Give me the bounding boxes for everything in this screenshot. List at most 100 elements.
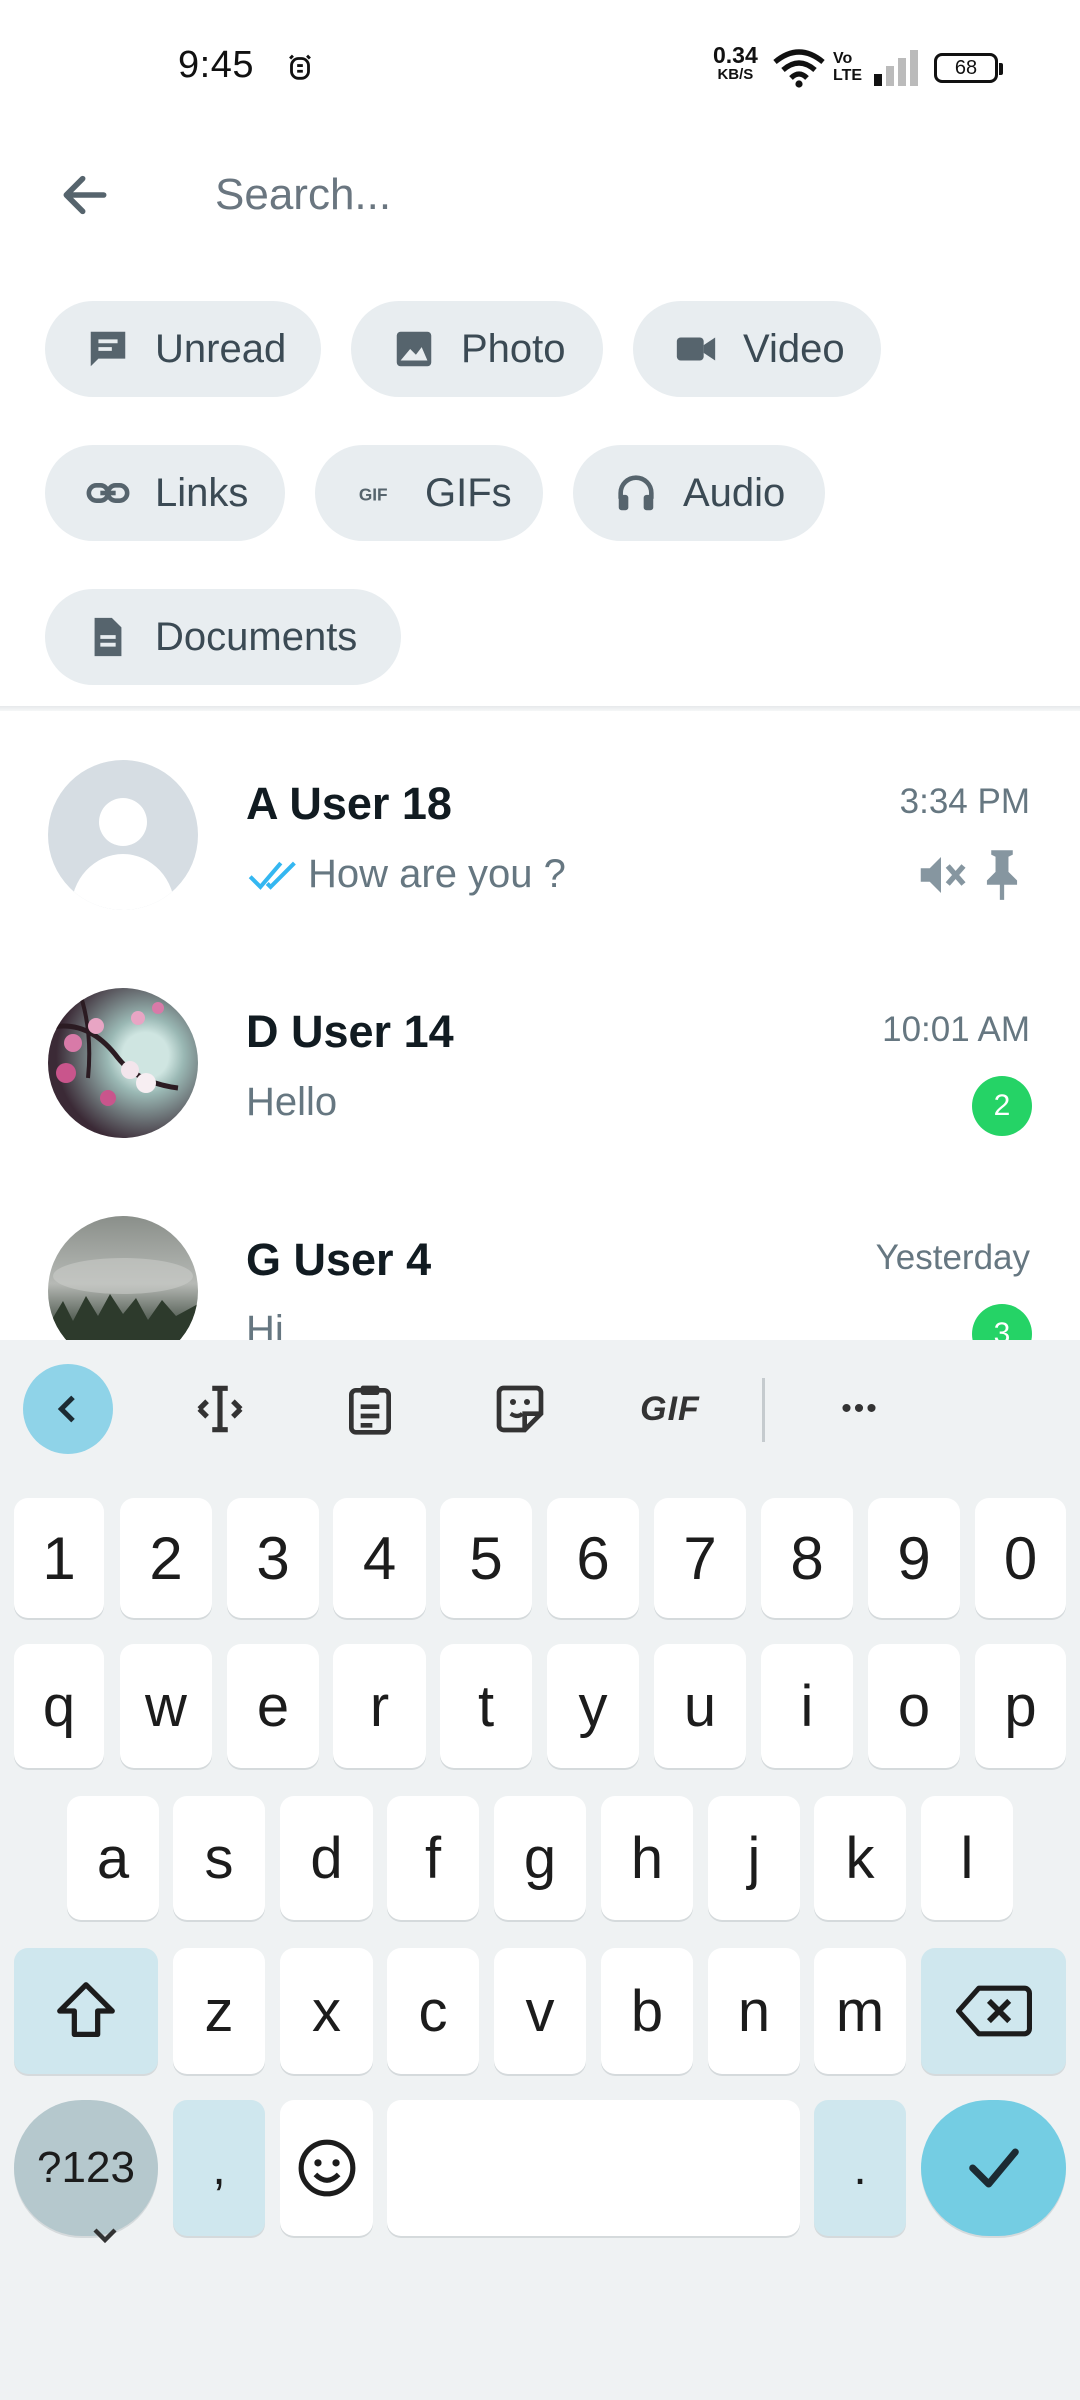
key-a[interactable]: a: [67, 1796, 159, 1920]
wifi-icon: [773, 49, 825, 88]
key-2[interactable]: 2: [120, 1498, 212, 1618]
key-8[interactable]: 8: [761, 1498, 853, 1618]
enter-key[interactable]: [921, 2100, 1066, 2236]
chat-time: 10:01 AM: [882, 1010, 1030, 1049]
filter-chip-photo[interactable]: Photo: [351, 301, 603, 397]
status-bar: 9:45 0.34 KB/S Vo LTE 68: [0, 0, 1080, 130]
filter-chip-label: Links: [155, 470, 249, 515]
message-icon: [83, 324, 133, 374]
key-7[interactable]: 7: [654, 1498, 746, 1618]
key-0[interactable]: 0: [975, 1498, 1066, 1618]
filter-chip-documents[interactable]: Documents: [45, 589, 401, 685]
chat-name: D User 14: [246, 1006, 454, 1057]
double-check-icon: [248, 861, 296, 890]
key-6[interactable]: 6: [547, 1498, 639, 1618]
emoji-key[interactable]: [280, 2100, 373, 2236]
key-9[interactable]: 9: [868, 1498, 960, 1618]
chat-last-message: How are you ?: [246, 852, 566, 897]
chat-name: G User 4: [246, 1234, 432, 1285]
key-u[interactable]: u: [654, 1644, 746, 1768]
headphones-icon: [611, 468, 661, 518]
cursor-control-button[interactable]: [175, 1364, 265, 1454]
network-speed-unit: KB/S: [717, 66, 754, 83]
chat-time: 3:34 PM: [899, 782, 1030, 821]
key-x[interactable]: x: [280, 1948, 373, 2074]
key-k[interactable]: k: [814, 1796, 906, 1920]
image-icon: [389, 324, 439, 374]
mute-icon: [920, 857, 966, 893]
key-5[interactable]: 5: [440, 1498, 532, 1618]
key-1[interactable]: 1: [14, 1498, 104, 1618]
key-i[interactable]: i: [761, 1644, 853, 1768]
network-speed: 0.34 KB/S: [713, 44, 758, 85]
key-b[interactable]: b: [601, 1948, 693, 2074]
key-v[interactable]: v: [494, 1948, 586, 2074]
keyboard-toolbar: GIF •••: [0, 1340, 1080, 1480]
clipboard-button[interactable]: [325, 1364, 415, 1454]
on-screen-keyboard: GIF ••• 1 2 3 4 5 6 7 8 9 0 q w e r t y …: [0, 1340, 1080, 2400]
key-p[interactable]: p: [975, 1644, 1066, 1768]
sticker-button[interactable]: [475, 1364, 565, 1454]
sticker-icon: [496, 1385, 544, 1433]
toolbar-separator: [762, 1378, 765, 1442]
blossom-photo: [48, 988, 179, 1106]
chevron-left-icon: [57, 1395, 75, 1423]
document-icon: [83, 612, 133, 662]
key-r[interactable]: r: [333, 1644, 426, 1768]
space-key[interactable]: [387, 2100, 800, 2236]
shift-key[interactable]: [14, 1948, 158, 2074]
filter-chip-unread[interactable]: Unread: [45, 301, 321, 397]
key-l[interactable]: l: [921, 1796, 1013, 1920]
key-3[interactable]: 3: [227, 1498, 319, 1618]
filter-chip-links[interactable]: Links: [45, 445, 285, 541]
key-c[interactable]: c: [387, 1948, 479, 2074]
hide-keyboard-button[interactable]: [80, 2210, 130, 2260]
key-s[interactable]: s: [173, 1796, 265, 1920]
back-button[interactable]: [50, 160, 120, 230]
key-w[interactable]: w: [120, 1644, 212, 1768]
key-g[interactable]: g: [494, 1796, 586, 1920]
filter-chip-gifs[interactable]: GIF GIFs: [315, 445, 543, 541]
key-m[interactable]: m: [814, 1948, 906, 2074]
collapse-toolbar-button[interactable]: [23, 1364, 113, 1454]
more-options-button[interactable]: •••: [815, 1364, 905, 1454]
alarm-icon: [289, 54, 311, 80]
filter-chip-audio[interactable]: Audio: [573, 445, 825, 541]
key-e[interactable]: e: [227, 1644, 319, 1768]
key-q[interactable]: q: [14, 1644, 104, 1768]
gif-button[interactable]: GIF: [625, 1364, 715, 1454]
more-icon: •••: [841, 1392, 879, 1425]
shift-icon: [57, 1982, 115, 2037]
key-y[interactable]: y: [547, 1644, 639, 1768]
key-4[interactable]: 4: [333, 1498, 426, 1618]
unread-count-badge: 2: [972, 1076, 1032, 1136]
volte-indicator: Vo LTE: [833, 50, 863, 84]
chat-row[interactable]: D User 14 10:01 AM Hello 2: [0, 988, 1080, 1208]
key-o[interactable]: o: [868, 1644, 960, 1768]
gif-icon: GIF: [353, 468, 403, 518]
key-t[interactable]: t: [440, 1644, 532, 1768]
chat-last-message: Hello: [246, 1080, 337, 1125]
key-d[interactable]: d: [280, 1796, 373, 1920]
search-input[interactable]: [215, 160, 1015, 230]
battery-indicator: 68: [934, 53, 1003, 83]
key-h[interactable]: h: [601, 1796, 693, 1920]
filter-chip-label: Video: [743, 326, 845, 371]
signal-icon: [874, 50, 918, 86]
status-time: 9:45: [178, 44, 254, 86]
chat-row[interactable]: A User 18 3:34 PM How are you ?: [0, 760, 1080, 980]
period-key[interactable]: .: [814, 2100, 906, 2236]
text-cursor-icon: [197, 1385, 243, 1433]
key-j[interactable]: j: [708, 1796, 800, 1920]
filter-chip-video[interactable]: Video: [633, 301, 881, 397]
chat-name: A User 18: [246, 778, 452, 829]
backspace-key[interactable]: [921, 1948, 1066, 2074]
filter-chip-label: Audio: [683, 470, 786, 515]
chat-message-text: How are you ?: [308, 852, 566, 896]
key-f[interactable]: f: [387, 1796, 479, 1920]
comma-key[interactable]: ,: [173, 2100, 265, 2236]
key-z[interactable]: z: [173, 1948, 265, 2074]
chevron-down-icon: [93, 2228, 117, 2244]
filter-chip-label: Unread: [155, 326, 287, 371]
key-n[interactable]: n: [708, 1948, 800, 2074]
